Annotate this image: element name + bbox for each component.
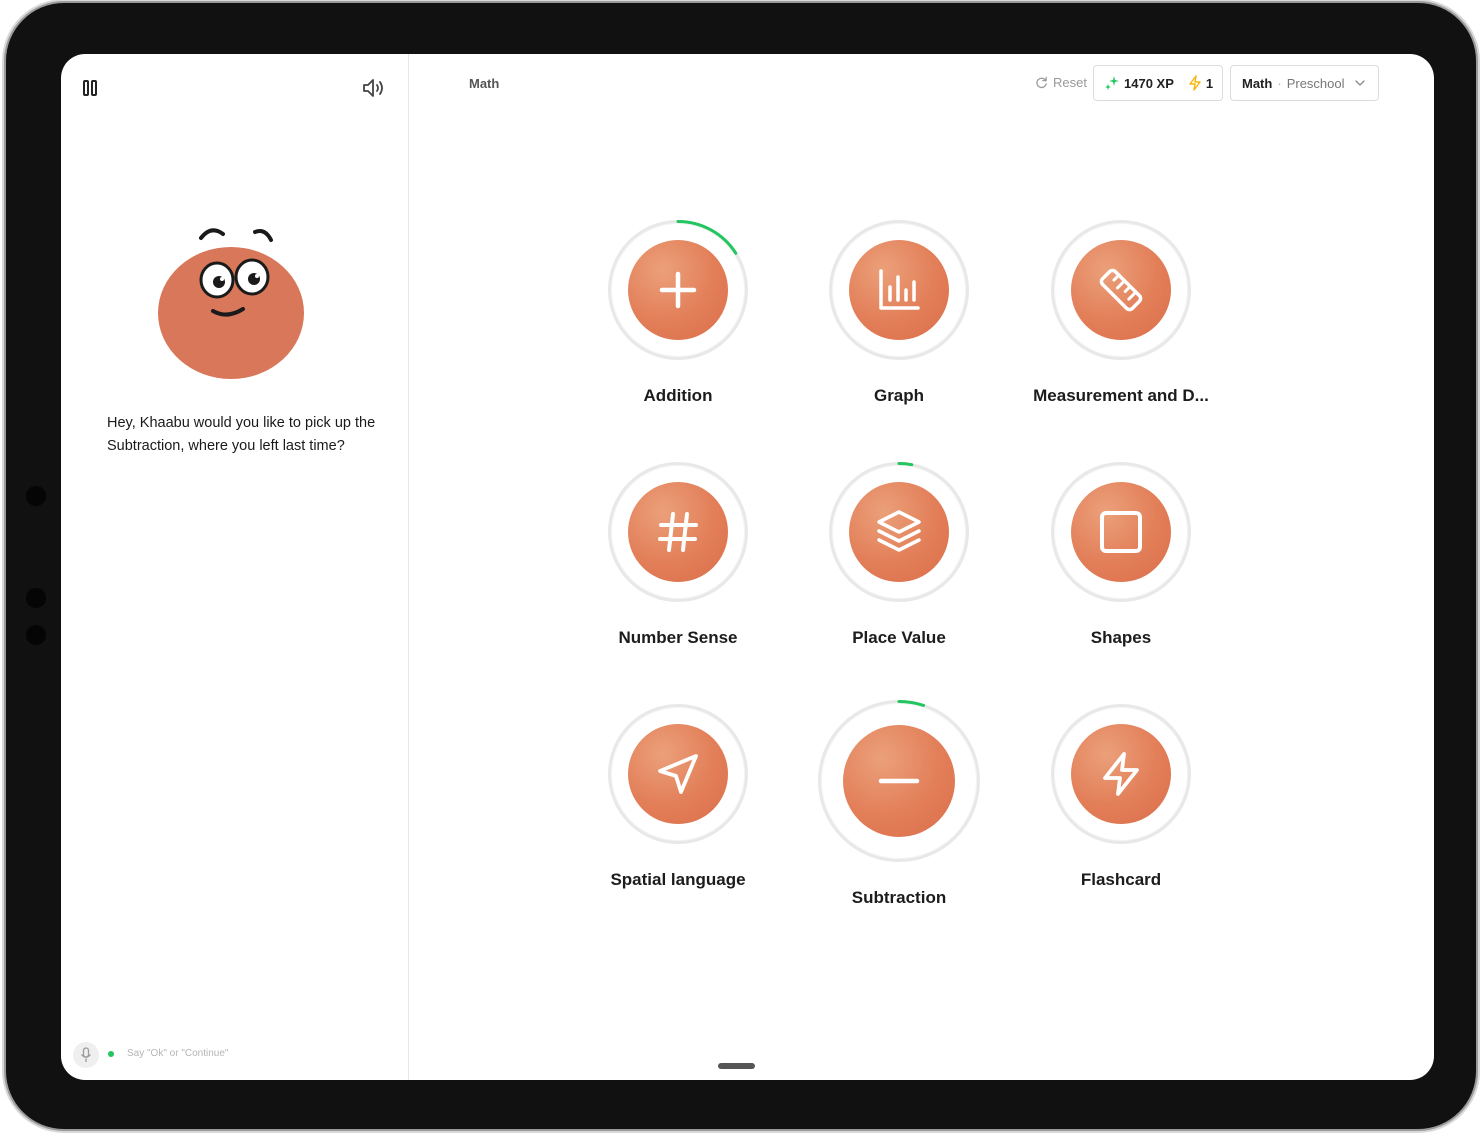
bar-chart-icon xyxy=(879,269,920,310)
progress-ring xyxy=(1051,704,1191,844)
separator: · xyxy=(1277,75,1282,91)
sensor-dot xyxy=(26,588,46,608)
topic-label: Addition xyxy=(643,386,713,405)
progress-ring xyxy=(818,700,980,862)
refresh-icon xyxy=(1036,76,1047,89)
progress-ring xyxy=(1051,462,1191,602)
topic-measurement[interactable]: Measurement and D... xyxy=(1021,220,1221,406)
topic-place-value[interactable]: Place Value xyxy=(799,462,999,648)
topic-disc xyxy=(628,724,728,824)
xp-badge: 1470 XP 1 xyxy=(1093,65,1223,101)
topic-label: Place Value xyxy=(852,628,946,647)
topic-label: Measurement and D... xyxy=(1033,386,1209,405)
speaker-icon[interactable] xyxy=(361,77,387,99)
topic-disc xyxy=(1071,482,1171,582)
topic-disc xyxy=(628,482,728,582)
assistant-panel: Hey, Khaabu would you like to pick up th… xyxy=(61,54,409,1080)
square-icon xyxy=(1100,511,1142,553)
progress-ring xyxy=(608,704,748,844)
topic-label: Flashcard xyxy=(1080,870,1162,889)
reset-label: Reset xyxy=(1053,75,1087,90)
screen: Hey, Khaabu would you like to pick up th… xyxy=(61,54,1434,1080)
progress-ring xyxy=(1051,220,1191,360)
level-name: Preschool xyxy=(1286,75,1345,91)
topic-shapes[interactable]: Shapes xyxy=(1021,462,1221,648)
progress-fill xyxy=(897,700,926,707)
topic-disc xyxy=(1071,724,1171,824)
progress-ring xyxy=(829,462,969,602)
topic-label: Spatial language xyxy=(610,870,746,889)
topic-disc xyxy=(628,240,728,340)
topic-disc xyxy=(843,725,955,837)
progress-ring xyxy=(608,220,748,360)
reset-button[interactable]: Reset xyxy=(1035,75,1087,90)
progress-ring xyxy=(829,220,969,360)
minus-icon xyxy=(878,778,920,784)
topic-label: Subtraction xyxy=(851,888,947,907)
mascot-avatar xyxy=(158,228,304,379)
breadcrumb: Math xyxy=(469,76,500,91)
topic-disc xyxy=(1071,240,1171,340)
topic-spatial-language[interactable]: Spatial language xyxy=(578,704,778,890)
chevron-down-icon xyxy=(1354,80,1365,86)
plus-icon xyxy=(659,271,697,309)
topic-flashcard[interactable]: Flashcard xyxy=(1021,704,1221,890)
pause-icon[interactable] xyxy=(83,80,97,96)
progress-ring xyxy=(608,462,748,602)
lightning-icon xyxy=(1189,75,1201,91)
topic-label: Shapes xyxy=(1090,628,1152,647)
topic-graph[interactable]: Graph xyxy=(799,220,999,406)
navigation-icon xyxy=(658,754,698,794)
xp-value: 1470 XP xyxy=(1124,75,1174,91)
layers-icon xyxy=(877,510,921,552)
sparkle-icon xyxy=(1105,76,1119,90)
topic-number-sense[interactable]: Number Sense xyxy=(578,462,778,648)
tablet-frame: Hey, Khaabu would you like to pick up th… xyxy=(6,3,1476,1129)
microphone-icon xyxy=(80,1047,92,1062)
assistant-message: Hey, Khaabu would you like to pick up th… xyxy=(107,415,376,454)
voice-hint: Say "Ok" or "Continue" xyxy=(127,1048,229,1059)
sensor-dot xyxy=(26,625,46,645)
topic-addition[interactable]: Addition xyxy=(578,220,778,406)
microphone-button[interactable] xyxy=(73,1042,99,1068)
streak-count: 1 xyxy=(1205,75,1214,91)
ruler-icon xyxy=(1099,268,1143,312)
topic-subtraction[interactable]: Subtraction xyxy=(799,700,999,908)
topic-disc xyxy=(849,240,949,340)
subject-name: Math xyxy=(1242,75,1273,91)
home-indicator xyxy=(718,1063,755,1069)
topic-label: Number Sense xyxy=(618,628,738,647)
progress-fill xyxy=(897,462,914,467)
topic-label: Graph xyxy=(873,386,925,405)
zap-icon xyxy=(1103,752,1139,796)
listening-indicator xyxy=(108,1051,114,1057)
camera-dot xyxy=(26,486,46,506)
topic-disc xyxy=(849,482,949,582)
subject-selector[interactable]: Math · Preschool xyxy=(1230,65,1379,101)
hash-icon xyxy=(658,512,698,552)
